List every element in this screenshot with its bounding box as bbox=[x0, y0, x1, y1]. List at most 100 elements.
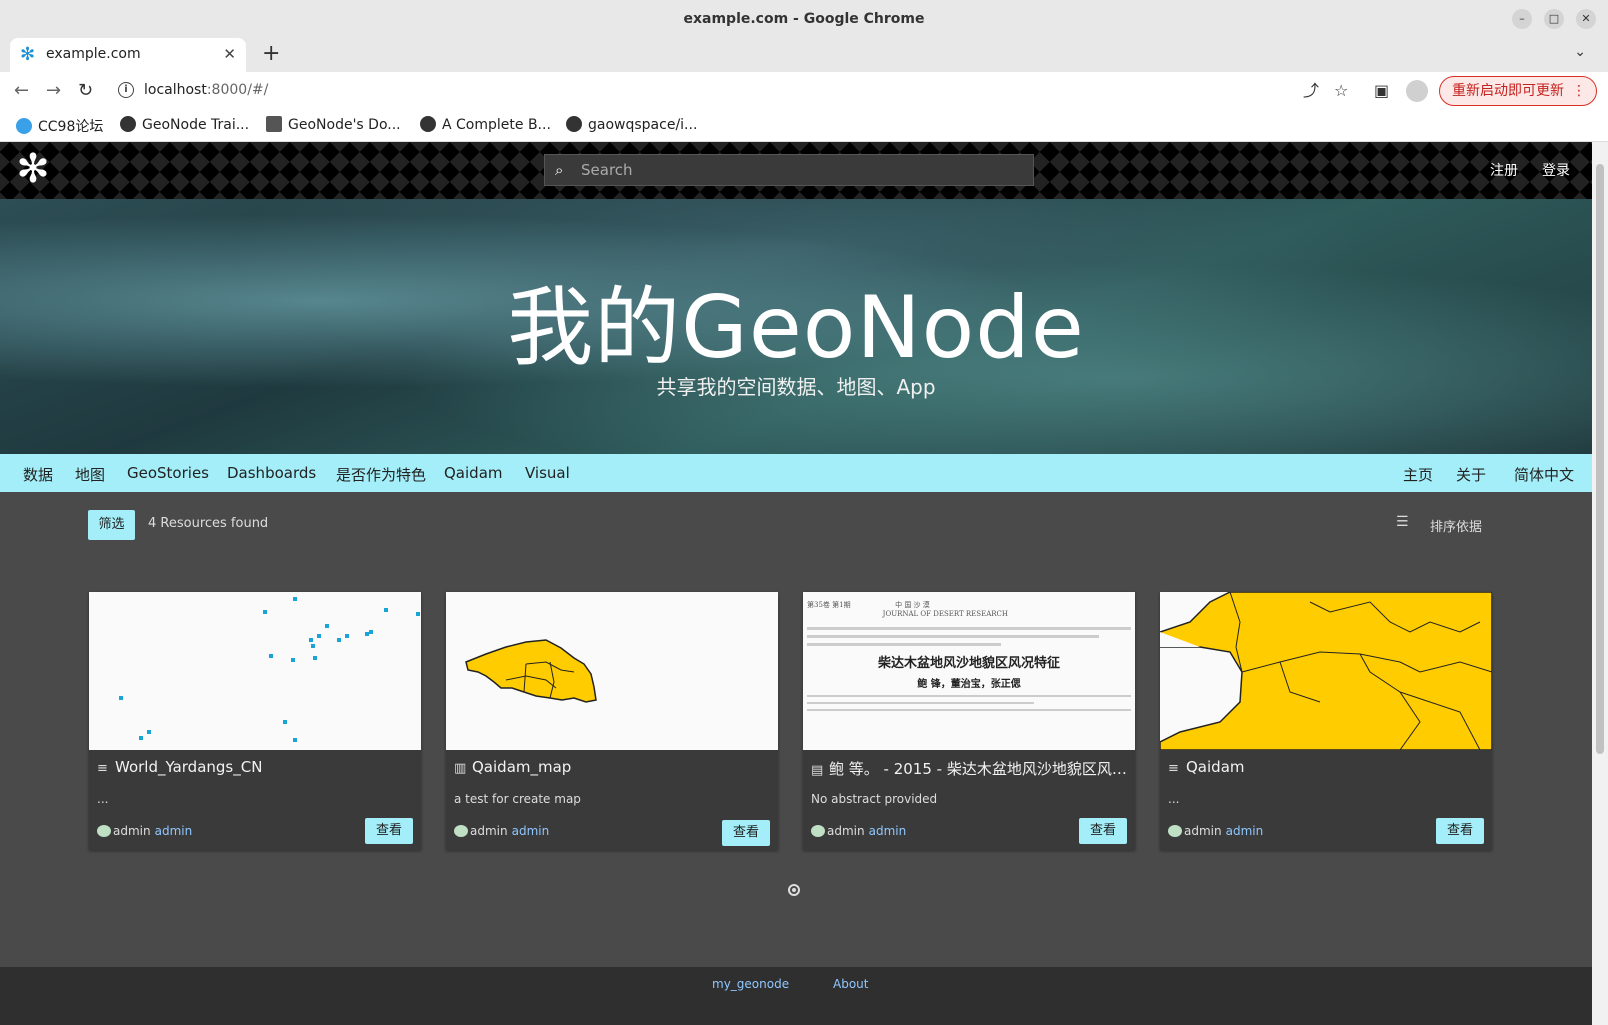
forward-icon[interactable]: → bbox=[46, 80, 61, 102]
bookmark-geonode-docs[interactable]: GeoNode's Do... bbox=[266, 116, 401, 133]
search-input[interactable] bbox=[581, 155, 1021, 185]
hero-subtitle: 共享我的空间数据、地图、App bbox=[656, 375, 936, 399]
resources-count: 4 Resources found bbox=[148, 516, 269, 531]
tab-search-chevron-icon[interactable]: ⌄ bbox=[1574, 44, 1586, 60]
view-button[interactable]: 查看 bbox=[1079, 818, 1127, 844]
bookmark-complete[interactable]: A Complete B... bbox=[420, 116, 551, 133]
doc-header: 第35卷 第1期 中 国 沙 漠 JOURNAL OF DESERT RESEA… bbox=[807, 600, 1131, 618]
owner-link[interactable]: admin bbox=[155, 824, 193, 838]
card-title-text: 鲍 等。 - 2015 - 柴达木盆地风沙地貌区风况特征 bbox=[829, 760, 1127, 778]
update-button[interactable]: 重新启动即可更新 ⋮ bbox=[1439, 76, 1597, 106]
share-icon[interactable]: ⤴ bbox=[1303, 81, 1319, 101]
tab-close-icon[interactable]: ✕ bbox=[223, 45, 236, 63]
card-abstract: ... bbox=[97, 792, 109, 806]
geonode-page: ✻ ⌕ 注册 登录 我的GeoNode 共享我的空间数据、地图、App 数据 地… bbox=[0, 142, 1592, 1025]
card-thumbnail[interactable] bbox=[1160, 592, 1492, 750]
avatar-alt-text: admin bbox=[1184, 824, 1222, 838]
view-button[interactable]: 查看 bbox=[722, 820, 770, 846]
resource-card[interactable]: ≡ Qaidam ... admin admin 查看 bbox=[1160, 592, 1492, 850]
card-title[interactable]: ▥ Qaidam_map bbox=[454, 758, 770, 776]
menu-dashboards[interactable]: Dashboards bbox=[227, 464, 316, 482]
owner-link[interactable]: admin bbox=[869, 824, 907, 838]
close-window-icon[interactable]: ✕ bbox=[1576, 9, 1596, 29]
card-title[interactable]: ▤ 鲍 等。 - 2015 - 柴达木盆地风沙地貌区风况特征 bbox=[811, 758, 1127, 779]
card-title[interactable]: ≡ Qaidam bbox=[1168, 758, 1484, 776]
search-icon[interactable]: ⌕ bbox=[555, 161, 563, 179]
list-view-icon[interactable]: ☰ bbox=[1396, 514, 1409, 530]
bookmark-star-icon[interactable]: ☆ bbox=[1334, 81, 1348, 101]
avatar bbox=[97, 825, 111, 837]
owner-link[interactable]: admin bbox=[512, 824, 550, 838]
reload-icon[interactable]: ↻ bbox=[78, 80, 93, 102]
page-scrollbar[interactable] bbox=[1592, 142, 1608, 1025]
register-link[interactable]: 注册 bbox=[1490, 160, 1518, 180]
card-owner: admin admin bbox=[1168, 824, 1263, 838]
avatar bbox=[454, 825, 468, 837]
card-thumbnail[interactable] bbox=[446, 592, 778, 750]
new-tab-icon[interactable]: + bbox=[262, 42, 280, 66]
site-info-icon[interactable]: i bbox=[118, 82, 134, 98]
side-panel-icon[interactable]: ▣ bbox=[1374, 81, 1389, 101]
qaidam-layer-preview bbox=[1160, 592, 1492, 750]
menu-qaidam[interactable]: Qaidam bbox=[444, 464, 503, 482]
menu-data[interactable]: 数据 bbox=[23, 464, 53, 485]
avatar bbox=[811, 825, 825, 837]
menu-maps[interactable]: 地图 bbox=[75, 464, 105, 485]
menu-visual[interactable]: Visual bbox=[525, 464, 570, 482]
card-abstract: No abstract provided bbox=[811, 792, 938, 806]
doc-text-line bbox=[807, 695, 1131, 697]
view-button[interactable]: 查看 bbox=[365, 818, 413, 844]
maximize-icon[interactable]: □ bbox=[1544, 9, 1564, 29]
card-thumbnail[interactable] bbox=[89, 592, 421, 750]
bookmark-cc98[interactable]: CC98论坛 bbox=[16, 116, 103, 136]
geonode-logo-icon[interactable]: ✻ bbox=[14, 149, 52, 189]
footer-link-my-geonode[interactable]: my_geonode bbox=[712, 977, 789, 991]
footer-link-about[interactable]: About bbox=[833, 977, 868, 991]
map-icon: ▥ bbox=[454, 761, 467, 776]
filter-button[interactable]: 筛选 bbox=[88, 510, 135, 540]
resource-card[interactable]: 第35卷 第1期 中 国 沙 漠 JOURNAL OF DESERT RESEA… bbox=[803, 592, 1135, 850]
menu-home[interactable]: 主页 bbox=[1403, 464, 1433, 485]
doc-text-line bbox=[807, 635, 1099, 638]
site-top-nav: ✻ ⌕ 注册 登录 bbox=[0, 142, 1592, 199]
address-bar[interactable]: i localhost:8000/#/ bbox=[110, 77, 1400, 105]
bookmark-geonode-training[interactable]: GeoNode Trai... bbox=[120, 116, 249, 133]
menu-about[interactable]: 关于 bbox=[1456, 464, 1486, 485]
browser-tab[interactable]: ✻ example.com ✕ bbox=[10, 38, 246, 72]
profile-avatar-icon[interactable] bbox=[1406, 80, 1428, 102]
bookmark-label: GeoNode Trai... bbox=[142, 117, 250, 133]
card-title[interactable]: ≡ World_Yardangs_CN bbox=[97, 758, 413, 776]
sort-dropdown[interactable]: 排序依据 bbox=[1430, 516, 1482, 535]
login-link[interactable]: 登录 bbox=[1542, 160, 1570, 180]
doc-header-en: JOURNAL OF DESERT RESEARCH bbox=[882, 610, 1008, 618]
card-title-text: World_Yardangs_CN bbox=[115, 758, 263, 776]
owner-link[interactable]: admin bbox=[1226, 824, 1264, 838]
minimize-icon[interactable]: – bbox=[1512, 9, 1532, 29]
title-bar: example.com - Google Chrome – □ ✕ bbox=[0, 0, 1608, 38]
avatar-alt-text: admin bbox=[470, 824, 508, 838]
avatar-alt-text: admin bbox=[113, 824, 151, 838]
loading-indicator-icon bbox=[788, 884, 800, 896]
back-icon[interactable]: ← bbox=[14, 80, 29, 102]
avatar bbox=[1168, 825, 1182, 837]
scrollbar-thumb[interactable] bbox=[1596, 164, 1604, 754]
menu-featured[interactable]: 是否作为特色 bbox=[336, 464, 426, 485]
main-menu: 数据 地图 GeoStories Dashboards 是否作为特色 Qaida… bbox=[0, 454, 1592, 492]
resource-card[interactable]: ▥ Qaidam_map a test for create map admin a… bbox=[446, 592, 778, 850]
globe-icon bbox=[420, 116, 436, 132]
menu-language[interactable]: 简体中文 bbox=[1514, 464, 1574, 485]
view-button[interactable]: 查看 bbox=[1436, 818, 1484, 844]
hero-banner: 我的GeoNode 共享我的空间数据、地图、App bbox=[0, 199, 1592, 454]
card-abstract: ... bbox=[1168, 792, 1180, 806]
url-text[interactable]: localhost:8000/#/ bbox=[144, 82, 268, 98]
menu-geostories[interactable]: GeoStories bbox=[127, 464, 209, 482]
resource-card[interactable]: ≡ World_Yardangs_CN ... admin admin 查看 bbox=[89, 592, 421, 850]
more-menu-icon[interactable]: ⋮ bbox=[1572, 77, 1586, 105]
tab-label: example.com bbox=[46, 46, 141, 62]
bookmark-label: GeoNode's Do... bbox=[288, 117, 401, 133]
card-thumbnail[interactable]: 第35卷 第1期 中 国 沙 漠 JOURNAL OF DESERT RESEA… bbox=[803, 592, 1135, 750]
doc-header-center: 中 国 沙 漠 bbox=[895, 601, 930, 609]
bookmark-label: CC98论坛 bbox=[38, 119, 104, 135]
bookmark-github[interactable]: gaowqspace/i... bbox=[566, 116, 697, 133]
doc-title: 柴达木盆地风沙地貌区风况特征 bbox=[877, 656, 1060, 671]
